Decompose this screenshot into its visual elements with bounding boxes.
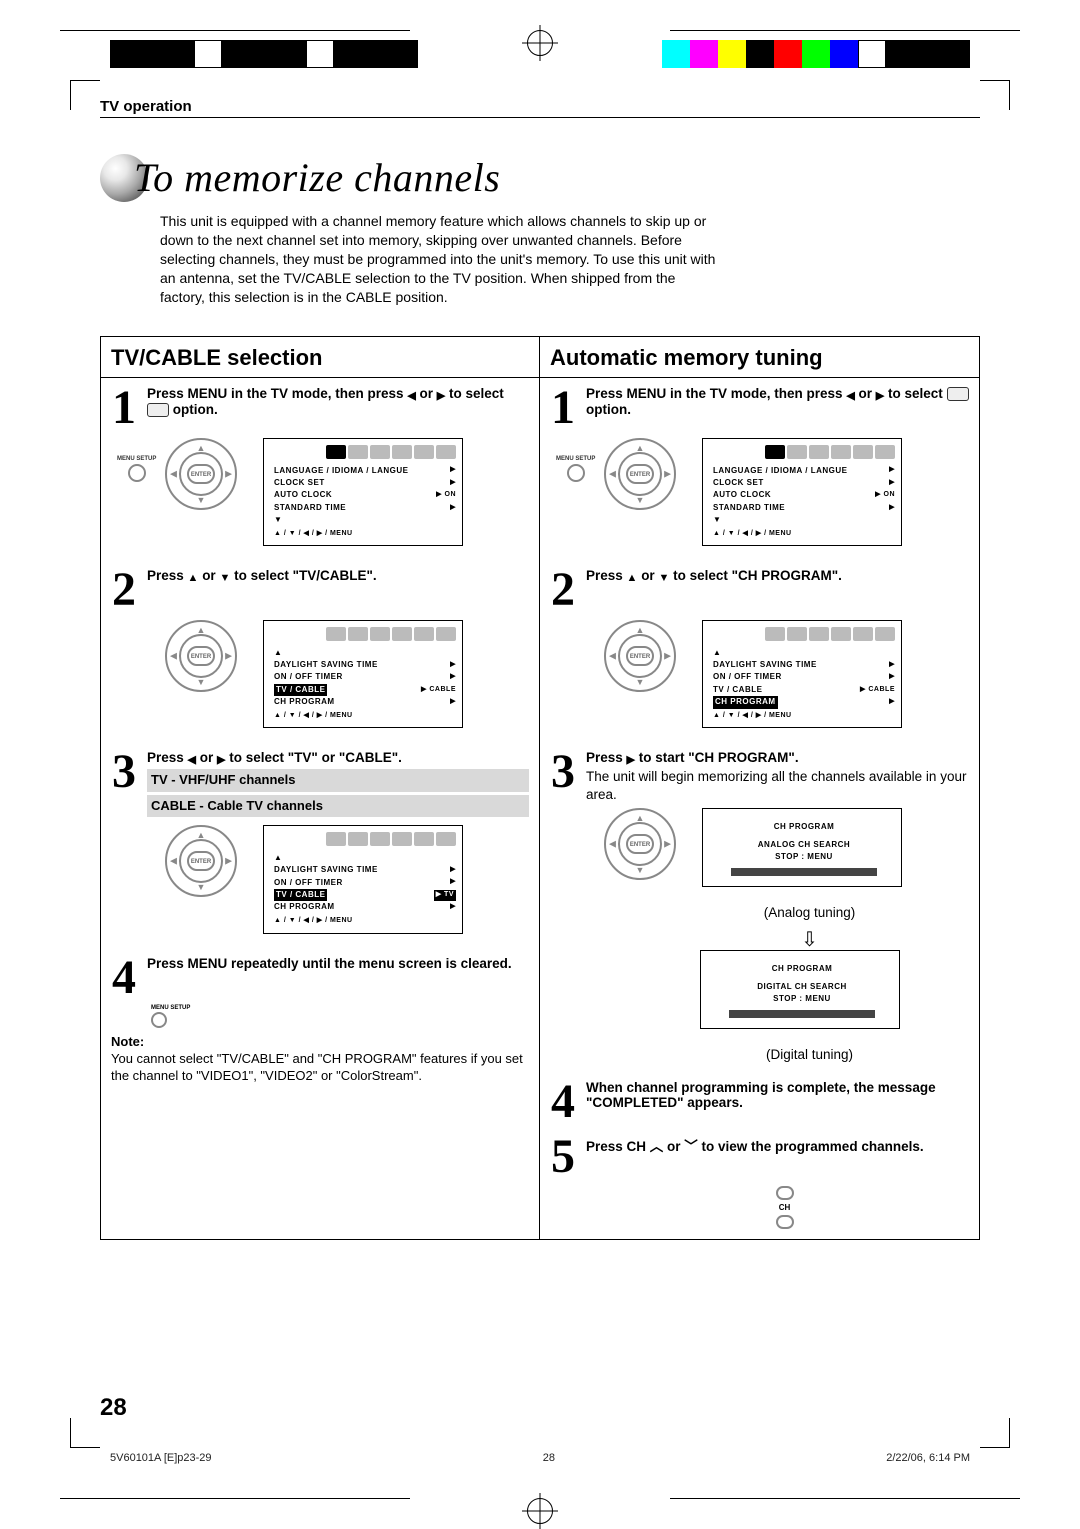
osd-chprog-analog: CH PROGRAM ANALOG CH SEARCH STOP : MENU [702,808,902,887]
step4-text: Press MENU repeatedly until the menu scr… [147,956,512,971]
footer: 5V60101A [E]p23-29 28 2/22/06, 6:14 PM [100,1452,980,1464]
menu-button-icon: MENU SETUP [556,456,595,482]
step-number: 2 [107,568,141,611]
remote-dpad-icon: ENTER ▲▼◀▶ [151,825,253,897]
remote-dpad-icon: MENU SETUP ENTER ▲▼◀▶ [151,438,253,510]
step3-text: Press ▶ to start "CH PROGRAM". [586,750,799,765]
osd-menu: LANGUAGE / IDIOMA / LANGUE▶ CLOCK SET▶ A… [702,438,902,547]
note-block: Note: You cannot select "TV/CABLE" and "… [101,1028,539,1095]
col-auto: Automatic memory tuning 1 Press MENU in … [540,336,980,1240]
step-number: 1 [107,386,141,429]
color-bars-left [110,40,418,68]
step-number: 3 [546,750,580,793]
step-number: 2 [546,568,580,611]
step1-text: Press MENU in the TV mode, then press ◀ … [147,386,504,417]
crop-mark [980,1418,1010,1448]
page-content: TV operation To memorize channels This u… [100,98,980,1430]
option-icon [947,387,969,401]
crop-mark [70,1418,100,1448]
menu-button-icon: MENU SETUP [151,1005,539,1028]
down-arrow-icon: ⇩ [640,930,979,950]
osd-chprog-digital: CH PROGRAM DIGITAL CH SEARCH STOP : MENU [700,950,900,1029]
page-title: To memorize channels [134,154,500,201]
step2-text: Press ▲ or ▼ to select "CH PROGRAM". [586,568,842,583]
step1-text: Press MENU in the TV mode, then press ◀ … [586,386,969,417]
step2-text: Press ▲ or ▼ to select "TV/CABLE". [147,568,377,583]
step3-hl2: CABLE - Cable TV channels [147,795,529,817]
option-icon [147,403,169,417]
remote-dpad-icon: ENTER ▲▼◀▶ [590,808,692,880]
step3-extra: The unit will begin memorizing all the c… [586,768,969,803]
remote-dpad-icon: MENU SETUP ENTER ▲▼◀▶ [590,438,692,510]
step5-text: Press CH ︿ or ﹀ to view the programmed c… [586,1139,924,1154]
step-number: 4 [107,956,141,999]
caption-digital: (Digital tuning) [640,1047,979,1062]
step-number: 5 [546,1135,580,1178]
col-heading: Automatic memory tuning [540,337,979,378]
intro-text: This unit is equipped with a channel mem… [160,212,720,306]
osd-menu: ▲ DAYLIGHT SAVING TIME▶ ON / OFF TIMER▶ … [263,825,463,934]
col-tvcable: TV/CABLE selection 1 Press MENU in the T… [100,336,540,1240]
footer-file: 5V60101A [E]p23-29 [110,1452,212,1464]
footer-page: 28 [543,1452,555,1464]
step-number: 3 [107,750,141,793]
step3-hl1: TV - VHF/UHF channels [147,769,529,791]
page-number: 28 [100,1394,127,1422]
crop-mark [980,80,1010,110]
caption-analog: (Analog tuning) [640,905,979,920]
crosshair-icon [527,30,553,56]
step-number: 4 [546,1080,580,1123]
menu-button-icon: MENU SETUP [117,456,156,482]
step-number: 1 [546,386,580,429]
osd-menu: ▲ DAYLIGHT SAVING TIME▶ ON / OFF TIMER▶ … [263,620,463,729]
osd-menu: LANGUAGE / IDIOMA / LANGUE▶ CLOCK SET▶ A… [263,438,463,547]
crop-mark [70,80,100,110]
remote-dpad-icon: ENTER ▲▼◀▶ [590,620,692,692]
crosshair-icon [527,1498,553,1524]
ch-buttons-icon: CH [590,1186,979,1229]
remote-dpad-icon: ENTER ▲▼◀▶ [151,620,253,692]
osd-menu: ▲ DAYLIGHT SAVING TIME▶ ON / OFF TIMER▶ … [702,620,902,729]
step4-text: When channel programming is complete, th… [586,1080,936,1110]
color-bars-right [662,40,970,68]
ch-up-icon [776,1186,794,1200]
step3-text: Press ◀ or ▶ to select "TV" or "CABLE". [147,750,402,765]
section-label: TV operation [100,98,980,118]
col-heading: TV/CABLE selection [101,337,539,378]
ch-down-icon [776,1215,794,1229]
footer-date: 2/22/06, 6:14 PM [886,1452,970,1464]
